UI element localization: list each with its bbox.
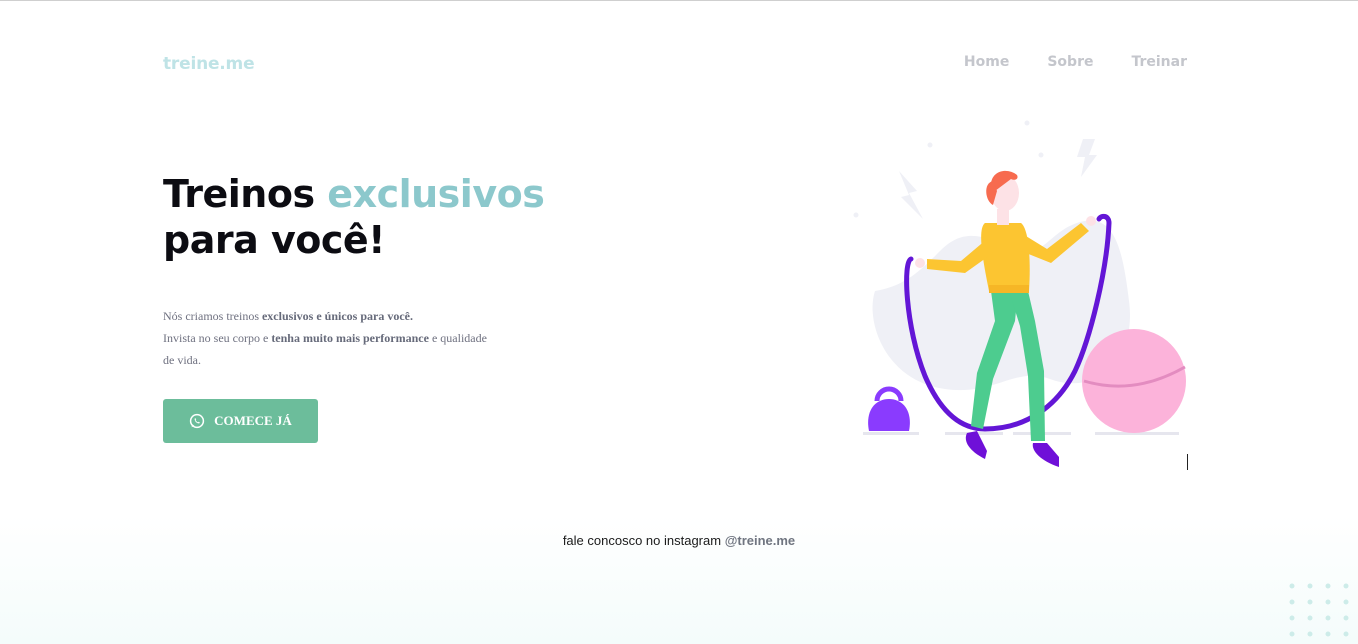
dot — [1038, 152, 1044, 158]
page: treine.me Home Sobre Treinar Treinos exc… — [0, 0, 1358, 644]
hero-text-1b: exclusivos e únicos para você. — [261, 309, 413, 323]
exercise-ball — [1082, 329, 1186, 433]
dot — [853, 212, 859, 218]
logo[interactable]: treine.me — [163, 54, 255, 74]
footer-text: fale concosco no instagram — [562, 533, 725, 548]
woman-jumping-rope-illustration — [853, 120, 1186, 467]
neck — [997, 209, 1009, 225]
hero-title-word: Treinos — [163, 172, 315, 216]
decorative-dots — [1289, 583, 1349, 637]
nav-home[interactable]: Home — [964, 54, 1009, 70]
text-cursor — [1187, 454, 1188, 470]
sparkle-right — [1077, 139, 1097, 177]
hero-title: Treinos exclusivos para você! — [163, 171, 545, 263]
main-nav: Home Sobre Treinar — [964, 54, 1187, 70]
start-button-label: COMECE JÁ — [214, 413, 292, 428]
jacket — [981, 223, 1030, 291]
footer-note: fale concosco no instagram @treine.me — [0, 533, 1358, 548]
hero-title-line2: para você! — [163, 218, 385, 262]
right-shoe — [1032, 443, 1059, 467]
hero-text-2a: Invista no seu corpo e — [163, 331, 272, 345]
right-hand — [1086, 216, 1096, 226]
hero-title-accent: exclusivos — [327, 172, 545, 216]
jacket-hem — [989, 285, 1029, 293]
sparkle-left — [899, 171, 923, 219]
dot — [1024, 120, 1030, 126]
left-shoe — [965, 431, 987, 459]
hero-description: Nós criamos treinos exclusivos e únicos … — [163, 305, 493, 371]
whatsapp-icon — [189, 413, 205, 429]
instagram-link[interactable]: @treine.me — [725, 533, 795, 548]
nav-treinar[interactable]: Treinar — [1131, 54, 1187, 70]
floor-line — [863, 432, 919, 435]
nav-sobre[interactable]: Sobre — [1047, 54, 1093, 70]
start-button[interactable]: COMECE JÁ — [163, 399, 318, 443]
hero-text-1a: Nós criamos treinos — [163, 309, 262, 323]
dot — [927, 142, 933, 148]
hero-text-2b: tenha muito mais performance — [271, 331, 429, 345]
kettlebell — [868, 399, 910, 431]
left-hand — [915, 258, 925, 268]
